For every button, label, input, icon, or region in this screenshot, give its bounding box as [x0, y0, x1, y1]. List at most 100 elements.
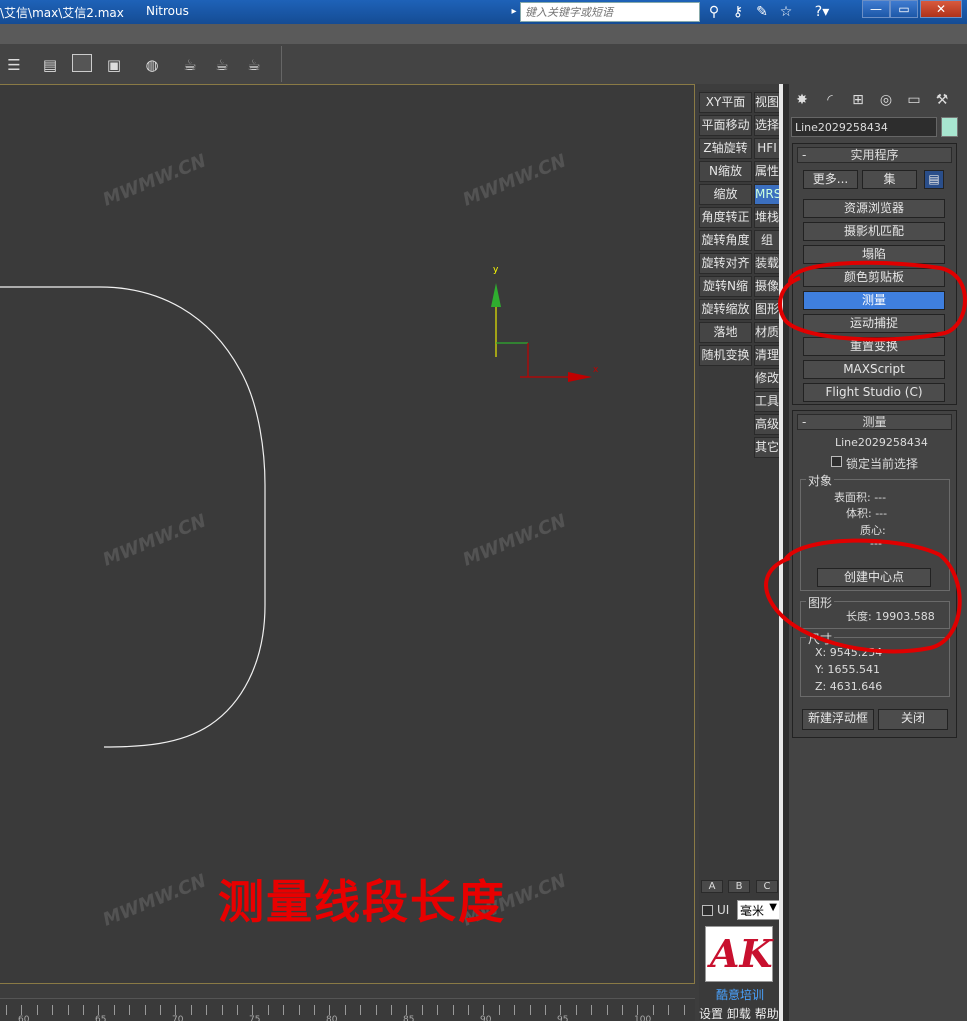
utility-button[interactable]: 运动捕捉	[803, 314, 945, 333]
object-name-field[interactable]: Line2029258434	[791, 117, 937, 137]
help-icon[interactable]: ?▾	[808, 2, 836, 22]
utility-button[interactable]: 颜色剪贴板	[803, 268, 945, 287]
new-float-button[interactable]: 新建浮动框	[802, 709, 874, 730]
tab-a[interactable]: A	[701, 880, 723, 893]
more-button[interactable]: 更多...	[803, 170, 858, 189]
tab-b[interactable]: B	[728, 880, 750, 893]
render-setup-icon[interactable]: ☕	[178, 54, 202, 76]
quad-right-item[interactable]: 材质	[754, 322, 780, 343]
schematic-view-icon[interactable]: ▣	[102, 54, 126, 76]
ruler-label: 65	[95, 1015, 107, 1021]
menu-settings[interactable]: 设置	[699, 1007, 723, 1021]
viewport-top[interactable]: y x	[0, 84, 695, 984]
search-expand-icon[interactable]: ▸	[508, 3, 520, 21]
material-editor-icon[interactable]: ◍	[140, 54, 164, 76]
utility-button[interactable]: MAXScript	[803, 360, 945, 379]
utilities-tab-icon[interactable]: ⚒	[929, 88, 955, 112]
utility-button[interactable]: 摄影机匹配	[803, 222, 945, 241]
ruler-tick	[144, 1005, 146, 1015]
quad-left-item[interactable]: 随机变换	[699, 345, 752, 366]
ruler-tick	[283, 1005, 285, 1015]
quad-left-item[interactable]: Z轴旋转	[699, 138, 752, 159]
display-tab-icon[interactable]: ▭	[901, 88, 927, 112]
close-button[interactable]: ✕	[920, 0, 962, 18]
quad-right-item[interactable]: 其它	[754, 437, 780, 458]
quad-right-item[interactable]: 高级	[754, 414, 780, 435]
ruler-tick	[98, 1005, 100, 1015]
modify-tab-icon[interactable]: ◜	[817, 88, 843, 112]
ruler-tick	[560, 1005, 562, 1015]
quad-left-item[interactable]: 缩放	[699, 184, 752, 205]
layers-icon[interactable]: ☰	[2, 54, 26, 76]
ruler-tick	[267, 1005, 269, 1015]
quad-right-item[interactable]: 选择	[754, 115, 780, 136]
utility-button[interactable]: 测量	[803, 291, 945, 310]
utility-button[interactable]: Flight Studio (C)	[803, 383, 945, 402]
pin-icon[interactable]: ✎	[752, 2, 772, 22]
quad-right-item[interactable]: 清理	[754, 345, 780, 366]
object-color-swatch[interactable]	[941, 117, 958, 137]
surface-area-readout: 表面积: ---	[834, 491, 887, 504]
render-production-icon[interactable]: ☕	[242, 54, 266, 76]
quad-right-item[interactable]: 属性	[754, 161, 780, 182]
rendered-frame-icon[interactable]: ☕	[210, 54, 234, 76]
ui-checkbox[interactable]	[702, 905, 713, 916]
gizmo-x-arrow	[568, 372, 592, 382]
annotation-title: 测量线段长度	[218, 875, 506, 929]
ruler-tick	[129, 1005, 131, 1015]
ruler-tick	[67, 1005, 69, 1015]
quad-right-item[interactable]: 组	[754, 230, 780, 251]
quad-left-item[interactable]: 旋转角度	[699, 230, 752, 251]
quad-right-item[interactable]: HFI	[754, 138, 780, 159]
quad-right-item[interactable]: 摄像	[754, 276, 780, 297]
scene-explorer-icon[interactable]: ▤	[38, 54, 62, 76]
utilities-header[interactable]: - 实用程序	[797, 147, 952, 163]
quad-left-item[interactable]: 旋转缩放	[699, 299, 752, 320]
menu-help[interactable]: 帮助	[755, 1007, 779, 1021]
create-center-button[interactable]: 创建中心点	[817, 568, 931, 587]
time-ruler[interactable]: 60 65 70 75 80 85 90 95 100	[0, 998, 695, 1021]
quad-right-item[interactable]: 工具	[754, 391, 780, 412]
measure-header[interactable]: - 测量	[797, 414, 952, 430]
quad-left-item[interactable]: 旋转N缩	[699, 276, 752, 297]
menu-uninstall[interactable]: 卸载	[727, 1007, 751, 1021]
quad-left-item[interactable]: 平面移动	[699, 115, 752, 136]
ruler-tick	[452, 1005, 454, 1015]
key-icon[interactable]: ⚷	[728, 2, 748, 22]
ruler-tick	[206, 1005, 208, 1015]
ruler-tick	[483, 1005, 485, 1015]
motion-tab-icon[interactable]: ◎	[873, 88, 899, 112]
utility-button[interactable]: 资源浏览器	[803, 199, 945, 218]
quad-right-item[interactable]: 修改	[754, 368, 780, 389]
quad-right-item[interactable]: 堆栈	[754, 207, 780, 228]
search-input[interactable]	[520, 2, 700, 22]
curve-editor-icon[interactable]	[70, 54, 94, 76]
configure-sets-icon[interactable]: ▤	[924, 170, 944, 189]
spline-line-shape	[0, 286, 266, 748]
unit-select[interactable]: 毫米 ▼	[737, 900, 780, 920]
utility-button[interactable]: 塌陷	[803, 245, 945, 264]
tab-c[interactable]: C	[756, 880, 778, 893]
quad-left-item[interactable]: XY平面	[699, 92, 752, 113]
binoculars-icon[interactable]: ⚲	[704, 2, 724, 22]
minimize-button[interactable]: —	[862, 0, 890, 18]
quad-left-item[interactable]: 落地	[699, 322, 752, 343]
collapse-icon: -	[802, 415, 807, 429]
quad-left-item[interactable]: N缩放	[699, 161, 752, 182]
dimension-z: Z: 4631.646	[815, 680, 883, 693]
quad-right-item[interactable]: MRS	[754, 184, 780, 205]
lock-selection-checkbox[interactable]	[831, 456, 842, 467]
quad-right-item[interactable]: 图形	[754, 299, 780, 320]
quad-left-item[interactable]: 角度转正	[699, 207, 752, 228]
quad-left-item[interactable]: 旋转对齐	[699, 253, 752, 274]
utility-button[interactable]: 重置变换	[803, 337, 945, 356]
ruler-tick	[329, 1005, 331, 1015]
quad-right-item[interactable]: 视图	[754, 92, 780, 113]
sets-button[interactable]: 集	[862, 170, 917, 189]
star-icon[interactable]: ☆	[776, 2, 796, 22]
hierarchy-tab-icon[interactable]: ⊞	[845, 88, 871, 112]
close-measure-button[interactable]: 关闭	[878, 709, 948, 730]
restore-button[interactable]: ▭	[890, 0, 918, 18]
create-tab-icon[interactable]: ✸	[789, 88, 815, 112]
quad-right-item[interactable]: 装载	[754, 253, 780, 274]
